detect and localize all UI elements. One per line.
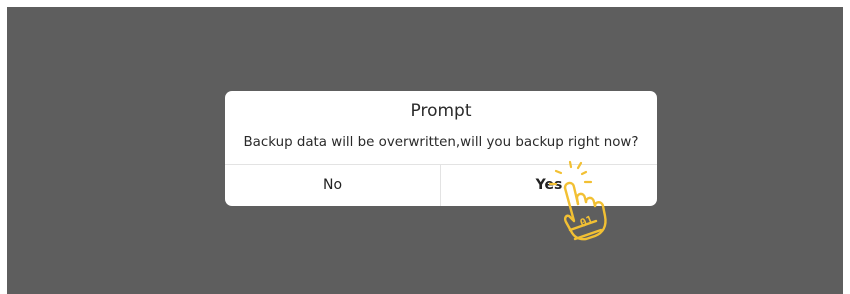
dialog-message: Backup data will be overwritten,will you… — [243, 135, 639, 150]
dialog-title: Prompt — [410, 101, 472, 121]
no-button[interactable]: No — [225, 165, 440, 206]
tap-hand-icon: 01 — [548, 160, 607, 241]
dimmed-background: Prompt Backup data will be overwritten,w… — [7, 7, 843, 294]
